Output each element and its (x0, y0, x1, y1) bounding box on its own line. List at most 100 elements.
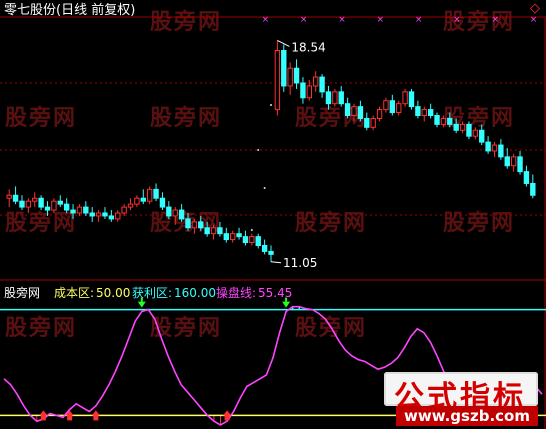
red-arrow (91, 410, 100, 416)
candle-body (12, 194, 19, 202)
signal-marker: × (377, 15, 385, 25)
candle-body (466, 123, 472, 137)
candle-body (210, 227, 217, 235)
candle-body (115, 212, 121, 220)
candle-body (325, 91, 332, 105)
green-arrow (137, 301, 146, 308)
candle-body (351, 106, 357, 116)
signal-marker: × (262, 15, 270, 25)
candle-body (306, 85, 313, 99)
candle-body (108, 215, 115, 220)
candle-body (204, 227, 210, 235)
candle-body (498, 144, 504, 158)
candle-body (185, 218, 191, 229)
candle-body (517, 156, 523, 173)
signal-marker: × (338, 15, 346, 25)
dot-marker (257, 149, 260, 151)
candle-body (146, 188, 153, 202)
candle-body (63, 203, 70, 211)
candle-body (300, 82, 306, 99)
candle-body (83, 206, 89, 214)
candle-body (6, 194, 12, 199)
diamond-icon[interactable]: ◇ (530, 2, 540, 16)
candle-body (491, 144, 498, 152)
candle-body (472, 129, 479, 137)
candle-body (217, 227, 223, 235)
signal-marker: × (453, 15, 461, 25)
candle-body (421, 109, 427, 117)
candle-body (198, 221, 204, 229)
candle-body (268, 250, 274, 255)
stock-chart-window: 股旁网 股旁网 股旁网 股旁网 股旁网 股旁网 股旁网 股旁网 股旁网 股旁网 … (0, 0, 546, 429)
candle-body (415, 106, 421, 116)
high-label: 18.54 (291, 40, 325, 54)
candle-body (293, 67, 300, 84)
candle-body (249, 236, 255, 244)
indicator-value-cost: 50.00 (96, 286, 131, 300)
candle-body (51, 200, 57, 211)
candle-body (121, 206, 127, 214)
candle-body (57, 200, 63, 205)
candle-body (236, 233, 242, 238)
red-arrow (223, 410, 232, 416)
candle-body (70, 209, 76, 214)
indicator-value-trade: 55.45 (258, 286, 293, 300)
candle-body (25, 200, 32, 208)
candle-body (338, 91, 344, 105)
candle-body (166, 206, 172, 217)
candle-body (447, 117, 453, 125)
candle-body (453, 123, 459, 131)
indicator-source: 股旁网 (4, 286, 41, 300)
candle-body (223, 233, 229, 241)
candle-body (523, 171, 530, 184)
candle-body (370, 117, 376, 128)
candle-body (389, 100, 396, 114)
candle-body (140, 197, 146, 202)
candle-body (319, 76, 325, 93)
candle-body (261, 245, 268, 252)
candle-body (255, 236, 261, 247)
candle-body (383, 100, 389, 111)
candle-body (357, 106, 364, 119)
candle-body (159, 197, 166, 208)
candle-body (172, 209, 178, 217)
candle-body (287, 67, 293, 87)
candle-body (274, 50, 281, 111)
red-arrow (39, 410, 48, 416)
candle-body (427, 109, 434, 117)
indicator-value-profit: 160.00 (174, 286, 216, 300)
candle-body (530, 182, 536, 196)
candle-body (408, 91, 415, 108)
candle-body (313, 76, 319, 87)
green-arrow (282, 301, 291, 308)
indicator-label-trade: 操盘线: (216, 286, 257, 300)
candle-body (504, 156, 510, 167)
signal-marker: × (300, 15, 308, 25)
signal-marker: × (415, 15, 423, 25)
candle-body (242, 236, 249, 244)
candle-body (485, 141, 491, 152)
signal-marker: × (491, 15, 499, 25)
candle-body (44, 206, 51, 211)
candle-body (440, 117, 447, 125)
signal-marker: × (530, 15, 538, 25)
candle-body (134, 197, 140, 205)
dot-marker (263, 187, 266, 189)
indicator-label-profit: 获利区: (132, 286, 173, 300)
candle-body (364, 117, 370, 128)
candle-body (89, 212, 95, 217)
candle-body (402, 91, 408, 105)
candle-body (102, 212, 108, 217)
candle-body (344, 103, 351, 116)
candle-body (510, 156, 517, 167)
candle-body (95, 212, 102, 217)
candle-body (32, 197, 38, 202)
candle-body (434, 115, 440, 125)
candlestick-chart: 18.54 11.05 × × × × × × × × (0, 15, 546, 429)
candle-body (76, 206, 83, 214)
candle-body (229, 233, 236, 241)
candle-body (191, 221, 198, 229)
candle-body (281, 50, 287, 87)
candle-body (178, 209, 185, 220)
candle-body (19, 200, 25, 208)
